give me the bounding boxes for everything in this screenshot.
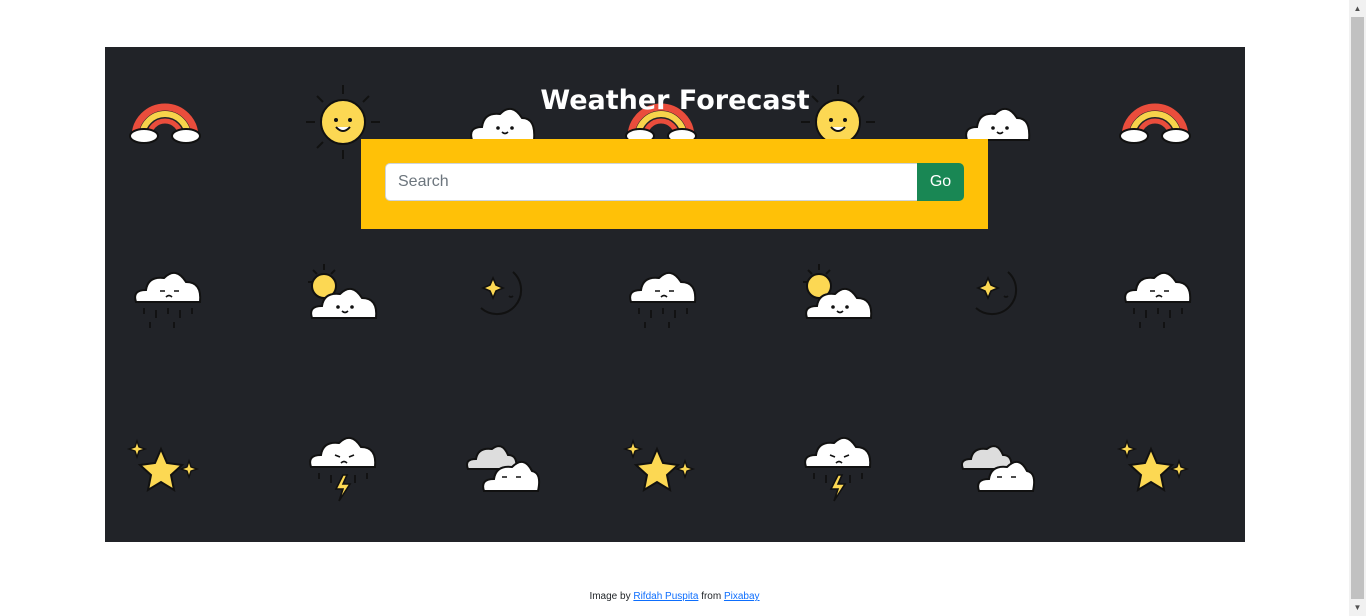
credit-prefix: Image by xyxy=(589,591,631,602)
credit-middle: from xyxy=(701,591,722,602)
image-credit: Image by Rifdah Puspita from Pixabay xyxy=(0,591,1349,602)
storm-cloud-icon xyxy=(303,429,383,509)
star-icon xyxy=(125,429,205,509)
star-icon xyxy=(1115,429,1195,509)
search-panel: Go xyxy=(361,139,988,229)
vertical-scrollbar[interactable]: ▲ ▼ xyxy=(1349,0,1366,616)
sun-cloud-icon xyxy=(799,258,879,338)
moon-icon xyxy=(958,258,1038,338)
go-button[interactable]: Go xyxy=(917,163,964,201)
rain-cloud-icon xyxy=(623,258,703,338)
rain-cloud-icon xyxy=(1118,258,1198,338)
page-title: Weather Forecast xyxy=(540,85,810,116)
sun-cloud-icon xyxy=(304,258,384,338)
moon-icon xyxy=(463,258,543,338)
scroll-down-arrow-icon[interactable]: ▼ xyxy=(1349,599,1366,616)
hero-banner: Weather Forecast Go xyxy=(105,47,1245,542)
source-link[interactable]: Pixabay xyxy=(724,591,760,602)
grey-clouds-icon xyxy=(957,429,1037,509)
rain-cloud-icon xyxy=(128,258,208,338)
star-icon xyxy=(621,429,701,509)
scrollbar-thumb[interactable] xyxy=(1351,17,1364,599)
grey-clouds-icon xyxy=(462,429,542,509)
author-link[interactable]: Rifdah Puspita xyxy=(633,591,698,602)
storm-cloud-icon xyxy=(798,429,878,509)
scroll-up-arrow-icon[interactable]: ▲ xyxy=(1349,0,1366,17)
search-input[interactable] xyxy=(385,163,917,201)
